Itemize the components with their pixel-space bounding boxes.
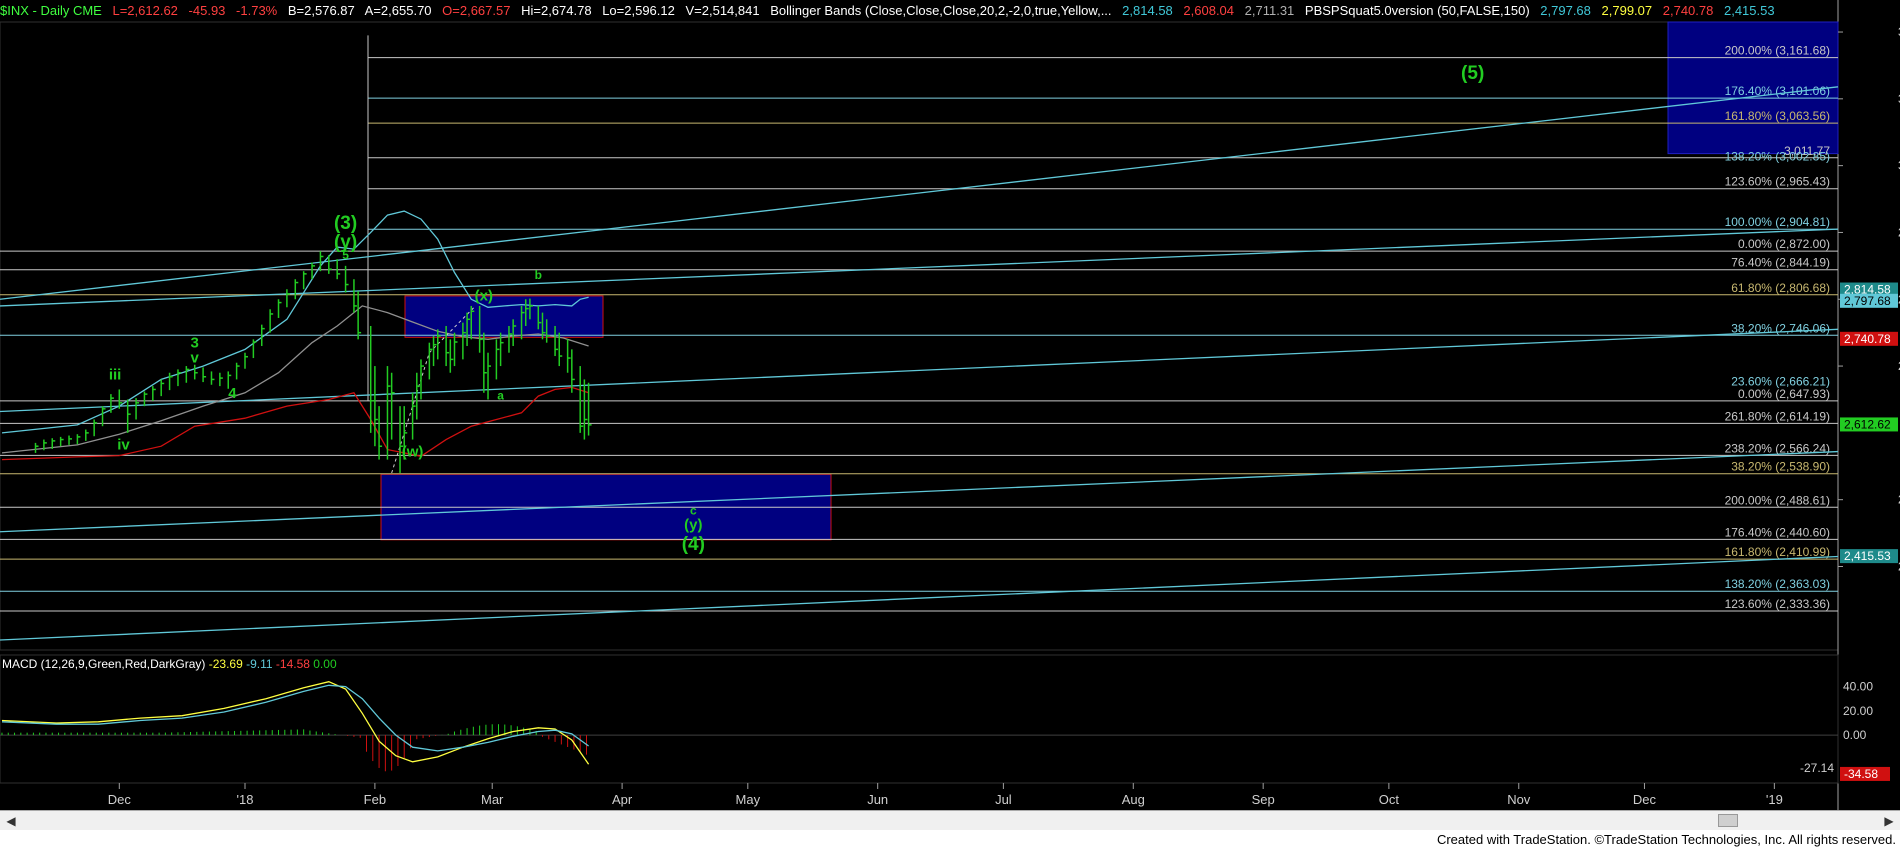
wave-label: (y) [684,517,702,534]
x-tick-label: Dec [108,792,132,807]
x-tick-label: Jul [995,792,1012,807]
consolidation-box [404,295,604,338]
fib-level-label: 200.00% (2,488.61) [1725,493,1830,507]
macd-pane: MACD (12,26,9,Green,Red,DarkGray) -23.69… [0,654,1890,784]
x-tick-label: Oct [1379,792,1400,807]
wave-label: iv [117,437,130,454]
trend-channel-line [0,555,1839,641]
fib-level-label: 176.40% (3,101.06) [1725,84,1830,98]
scroll-left-icon[interactable]: ◀ [2,812,20,830]
x-tick-label: May [736,792,761,807]
x-tick-label: Aug [1122,792,1145,807]
fib-level-label: 200.00% (3,161.68) [1725,44,1830,58]
wave-label: 4 [228,385,237,402]
x-axis: Dec '18 Feb Mar Apr May Jun Jul Aug Sep Oct Nov Dec '… [108,783,1783,807]
wave-label: (5) [1461,63,1484,84]
wave-label: (x) [475,288,493,305]
x-tick-label: Mar [481,792,504,807]
trend-channel-line [0,328,1839,413]
scroll-thumb[interactable] [1718,814,1738,827]
price-pane: 200.00% (3,161.68) 176.40% (3,101.06) 161.… [0,0,1900,810]
chart-canvas: 200.00% (3,161.68) 176.40% (3,101.06) 161.… [0,0,1900,810]
price-pane-border [0,21,1839,651]
fib-level-label: 123.60% (2,965.43) [1725,175,1830,189]
wave-label: iii [109,366,122,383]
macd-header-part: -23.69 [205,657,243,671]
x-tick-label: '19 [1766,792,1783,807]
macd-header-part: -14.58 [273,657,311,671]
fib-level-label: 0.00% (2,647.93) [1738,387,1830,401]
macd-header: MACD (12,26,9,Green,Red,DarkGray) -23.69… [2,657,337,671]
price-label-text: 2,740.78 [1844,332,1891,346]
wave-label: c [690,503,697,517]
fib-level-label: 138.20% (3,002.85) [1725,150,1830,164]
fib-level-label: 176.40% (2,440.60) [1725,525,1830,539]
x-tick-label: Jun [867,792,888,807]
macd-header-part: MACD (12,26,9,Green,Red,DarkGray) [2,657,205,671]
fib-level-label: 100.00% (2,904.81) [1725,215,1830,229]
fib-level-label: 61.80% (2,806.68) [1731,281,1830,295]
x-tick-label: Dec [1633,792,1657,807]
macd-tick-label: 0.00 [1843,728,1867,742]
wave-label: (w) [402,443,424,460]
price-label-text: 2,415.53 [1844,549,1891,563]
fib-level-label: 238.20% (2,566.24) [1725,441,1830,455]
wave-label: a [497,388,504,402]
macd-value-red: -34.58 [1844,767,1878,781]
wave-label: v [191,350,200,367]
x-tick-label: Nov [1507,792,1531,807]
x-tick-label: Apr [612,792,633,807]
fib-level-label: 38.20% (2,538.90) [1731,460,1830,474]
x-tick-label: Sep [1252,792,1275,807]
price-label-text: 2,612.62 [1844,417,1891,431]
macd-header-part: -9.11 [243,657,273,671]
fib-level-label: 138.20% (2,363.03) [1725,577,1830,591]
fib-level-label: 76.40% (2,844.19) [1731,256,1830,270]
wave-label: 5 [342,248,349,262]
macd-header-part: 0.00 [310,657,337,671]
fib-level-label: 123.60% (2,333.36) [1725,597,1830,611]
price-label-text: 2,797.68 [1844,294,1891,308]
copyright-footer: Created with TradeStation. ©TradeStation… [0,830,1900,850]
fib-level-label: 0.00% (2,872.00) [1738,237,1830,251]
macd-pane-border [0,654,1839,784]
macd-signal-line [1,684,589,752]
fib-level-label: 261.80% (2,614.19) [1725,409,1830,423]
macd-tick-label: 40.00 [1843,680,1873,694]
scroll-right-icon[interactable]: ▶ [1880,812,1898,830]
macd-value-gray: -27.14 [1800,761,1834,775]
macd-tick-label: 20.00 [1843,704,1873,718]
x-tick-label: Feb [364,792,386,807]
trend-channel-line [0,450,1839,533]
x-tick-label: '18 [237,792,254,807]
horizontal-scrollbar[interactable]: ◀ ▶ [0,810,1900,830]
wave-label: (4) [682,534,705,555]
fib-level-label: 161.80% (3,063.56) [1725,109,1830,123]
wave-label: b [535,268,542,282]
